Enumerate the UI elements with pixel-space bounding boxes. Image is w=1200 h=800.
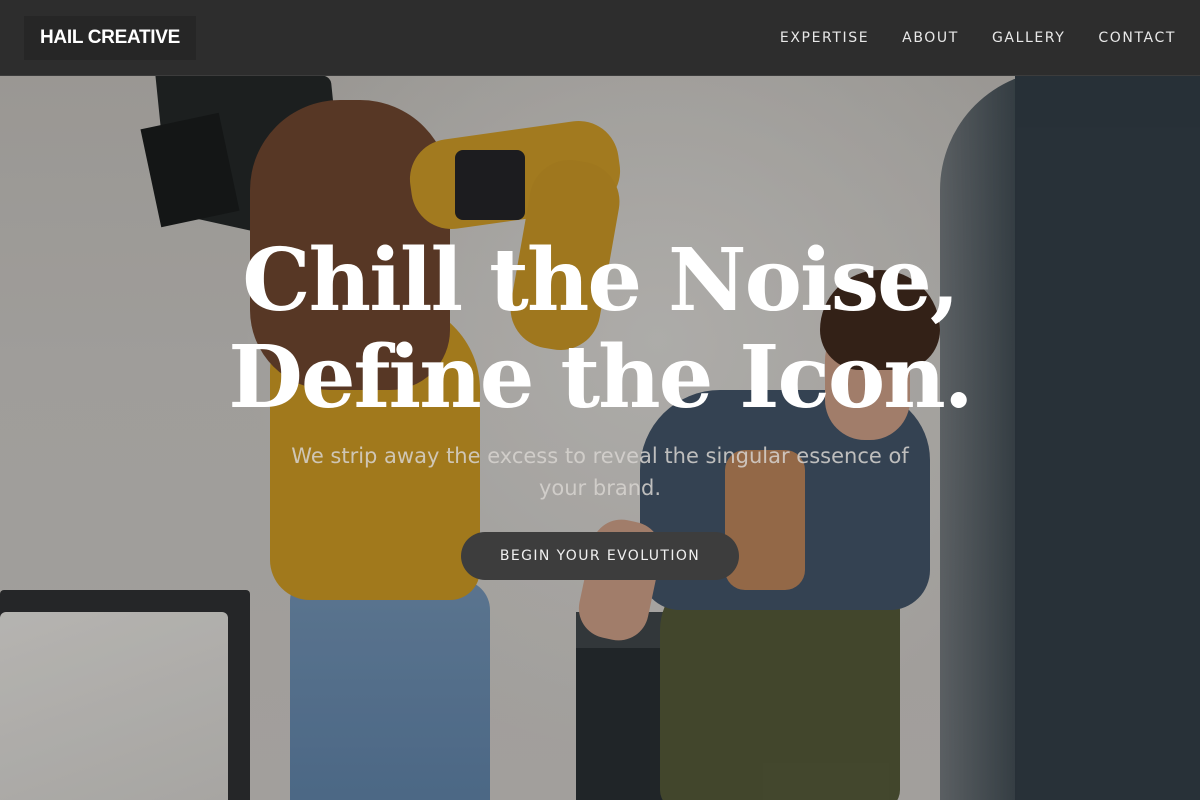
- nav-link-about[interactable]: ABOUT: [902, 30, 959, 46]
- headline-line-1: Chill the Noise,: [242, 230, 960, 331]
- begin-evolution-button[interactable]: BEGIN YOUR EVOLUTION: [461, 532, 739, 580]
- nav-link-expertise[interactable]: EXPERTISE: [780, 30, 869, 46]
- brand-logo[interactable]: HAIL CREATIVE: [24, 16, 197, 60]
- top-navbar: HAIL CREATIVE EXPERTISE ABOUT GALLERY CO…: [0, 0, 1200, 76]
- main-nav: EXPERTISE ABOUT GALLERY CONTACT: [780, 0, 1176, 76]
- hero-subtitle: We strip away the excess to reveal the s…: [291, 444, 909, 500]
- hero-section: Chill the Noise, Define the Icon. We str…: [0, 0, 1200, 800]
- nav-link-contact[interactable]: CONTACT: [1098, 30, 1176, 46]
- nav-link-gallery[interactable]: GALLERY: [992, 30, 1065, 46]
- hero-headline: Chill the Noise, Define the Icon.: [150, 232, 1050, 426]
- headline-line-2: Define the Icon.: [228, 327, 973, 428]
